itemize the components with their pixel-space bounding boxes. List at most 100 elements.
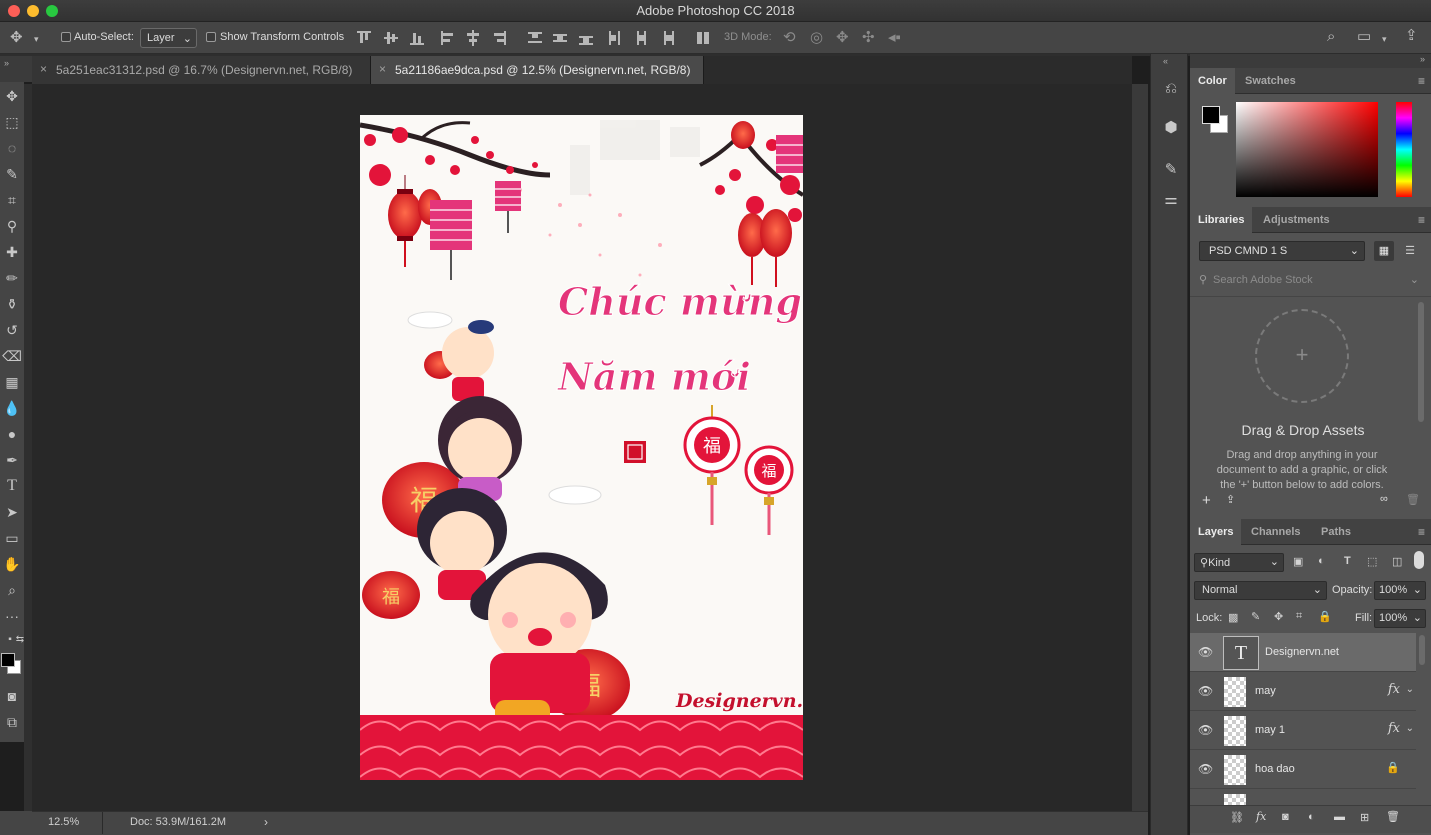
filter-adjustment-icon[interactable]: ◐	[1318, 555, 1325, 567]
hue-slider[interactable]	[1396, 102, 1412, 197]
layer-filter-kind[interactable]: ⚲Kind ⌄	[1194, 553, 1284, 572]
visibility-eye-icon[interactable]: 👁	[1198, 645, 1213, 659]
quick-mask-icon[interactable]: ◙	[2, 686, 22, 706]
healing-brush-tool-icon[interactable]: ✚	[2, 242, 22, 262]
lock-artboard-icon[interactable]: ⌗	[1296, 610, 1302, 623]
layer-row-designervn[interactable]: 👁 T Designervn.net	[1190, 633, 1416, 672]
collapse-dock-icon[interactable]: »	[1420, 54, 1425, 64]
opacity-input[interactable]: 100% ⌄	[1374, 581, 1426, 600]
align-bottom-icon[interactable]	[410, 30, 424, 46]
chevron-down-icon[interactable]: ⌄	[1410, 273, 1419, 286]
visibility-eye-icon[interactable]: 👁	[1198, 684, 1213, 698]
align-left-icon[interactable]	[440, 30, 454, 46]
screen-mode-icon[interactable]: ⧉	[2, 712, 22, 732]
path-select-tool-icon[interactable]: ➤	[2, 502, 22, 522]
panel-menu-icon[interactable]: ≡	[1418, 525, 1425, 539]
align-top-icon[interactable]	[357, 30, 371, 46]
list-view-icon[interactable]: ☰	[1400, 241, 1420, 261]
distribute-bottom-icon[interactable]	[579, 30, 593, 46]
distribute-left-icon[interactable]	[608, 30, 622, 46]
share-icon[interactable]: ⇪	[1405, 28, 1418, 44]
close-icon[interactable]: ×	[379, 62, 386, 76]
document-canvas[interactable]: Chúc mừng Năm mới 福 福 福 福 福	[360, 115, 803, 780]
add-element-plus-icon[interactable]: +	[1202, 492, 1211, 509]
visibility-eye-icon[interactable]: 👁	[1198, 762, 1213, 776]
tab-document-2[interactable]: × 5a21186ae9dca.psd @ 12.5% (Designervn.…	[371, 56, 704, 84]
tab-layers[interactable]: Layers	[1190, 519, 1242, 545]
tab-document-1[interactable]: × 5a251eac31312.psd @ 16.7% (Designervn.…	[32, 56, 371, 84]
filter-shape-icon[interactable]: ⬚	[1367, 555, 1377, 568]
tab-color[interactable]: Color	[1190, 68, 1235, 94]
hand-tool-icon[interactable]: ✋	[2, 554, 22, 574]
foreground-color-swatch-front[interactable]	[1202, 106, 1220, 124]
status-menu-chevron-icon[interactable]: ›	[264, 815, 268, 829]
align-horizontal-center-icon[interactable]	[466, 30, 480, 46]
add-mask-icon[interactable]: ◙	[1282, 811, 1289, 823]
pen-tool-icon[interactable]: ✒	[2, 450, 22, 470]
chevron-down-icon[interactable]: ⌄	[1406, 684, 1414, 695]
delete-layer-icon[interactable]: 🗑	[1386, 810, 1400, 823]
tab-paths[interactable]: Paths	[1313, 519, 1359, 545]
auto-align-icon[interactable]	[697, 30, 711, 46]
scale-3d-icon[interactable]: ◂▪	[888, 30, 901, 46]
properties-icon[interactable]: ⚌	[1161, 190, 1181, 210]
gradient-tool-icon[interactable]: ▦	[2, 372, 22, 392]
distribute-top-icon[interactable]	[528, 30, 542, 46]
tab-adjustments[interactable]: Adjustments	[1255, 207, 1338, 233]
more-tools-icon[interactable]: ···	[2, 606, 22, 626]
zoom-level[interactable]: 12.5%	[48, 816, 79, 828]
orbit-3d-icon[interactable]: ⟲	[783, 30, 796, 46]
layer-effects-icon[interactable]: fx	[1388, 721, 1400, 736]
foreground-color-swatch[interactable]	[1, 653, 15, 667]
chevron-down-icon[interactable]: ▾	[1382, 31, 1387, 47]
collapse-toolbar-icon[interactable]: »	[4, 58, 9, 68]
slide-3d-icon[interactable]: ✣	[862, 30, 875, 46]
lock-position-icon[interactable]: ✥	[1274, 610, 1283, 623]
pan-3d-icon[interactable]: ✥	[836, 30, 849, 46]
lock-pixels-icon[interactable]: ✎	[1251, 610, 1260, 623]
filter-type-icon[interactable]: T	[1344, 555, 1351, 567]
layer-row-may[interactable]: 👁 may fx ⌄	[1190, 672, 1416, 711]
fill-input[interactable]: 100% ⌄	[1374, 609, 1426, 628]
roll-3d-icon[interactable]: ◎	[810, 30, 823, 46]
chevron-down-icon[interactable]: ⌄	[1406, 723, 1414, 734]
blend-mode-select[interactable]: Normal ⌄	[1194, 581, 1327, 600]
creative-cloud-icon[interactable]: ∞	[1380, 493, 1388, 505]
3d-panel-icon[interactable]: ⬢	[1161, 118, 1181, 138]
move-tool-preset-icon[interactable]: ✥	[10, 30, 23, 46]
auto-select-checkbox[interactable]	[61, 32, 71, 42]
panel-menu-icon[interactable]: ≡	[1418, 74, 1425, 88]
layers-scrollbar[interactable]	[1419, 635, 1425, 665]
link-layers-icon[interactable]: ⛓	[1230, 811, 1244, 824]
show-transform-checkbox[interactable]	[206, 32, 216, 42]
search-icon[interactable]: ⌕	[1327, 29, 1335, 45]
blur-tool-icon[interactable]: 💧	[2, 398, 22, 418]
lasso-tool-icon[interactable]: ◌	[2, 138, 22, 158]
auto-select-dropdown[interactable]: Layer ⌄	[140, 28, 197, 48]
clone-stamp-tool-icon[interactable]: ⚱	[2, 294, 22, 314]
lock-transparent-icon[interactable]: ▩	[1228, 611, 1238, 624]
quick-select-tool-icon[interactable]: ✎	[2, 164, 22, 184]
align-right-icon[interactable]	[492, 30, 506, 46]
new-group-icon[interactable]: ▬	[1334, 811, 1345, 823]
stock-search[interactable]: ⚲ Search Adobe Stock ⌄	[1199, 272, 1425, 290]
chevron-down-icon[interactable]: ▾	[34, 31, 39, 47]
upload-icon[interactable]: ⇪	[1226, 493, 1235, 506]
lock-all-icon[interactable]: 🔒	[1318, 610, 1332, 623]
add-style-icon[interactable]: fx	[1256, 810, 1266, 823]
type-tool-icon[interactable]: T	[2, 476, 22, 496]
visibility-eye-icon[interactable]: 👁	[1198, 723, 1213, 737]
layer-row-may-1[interactable]: 👁 may 1 fx ⌄	[1190, 711, 1416, 750]
trash-icon[interactable]: 🗑	[1406, 493, 1420, 506]
brush-settings-icon[interactable]: ✎	[1161, 160, 1181, 180]
marquee-tool-icon[interactable]: ⬚	[2, 112, 22, 132]
brush-tool-icon[interactable]: ✏	[2, 268, 22, 288]
layer-effects-icon[interactable]: fx	[1388, 682, 1400, 697]
zoom-tool-icon[interactable]: ⌕	[2, 580, 22, 600]
distribute-vertical-icon[interactable]	[553, 30, 567, 46]
align-vertical-center-icon[interactable]	[384, 30, 398, 46]
collapse-panels-icon[interactable]: «	[1163, 56, 1168, 66]
filter-pixel-icon[interactable]: ▣	[1293, 555, 1303, 568]
history-panel-icon[interactable]: ⎌	[1161, 80, 1181, 100]
panel-menu-icon[interactable]: ≡	[1418, 213, 1425, 227]
